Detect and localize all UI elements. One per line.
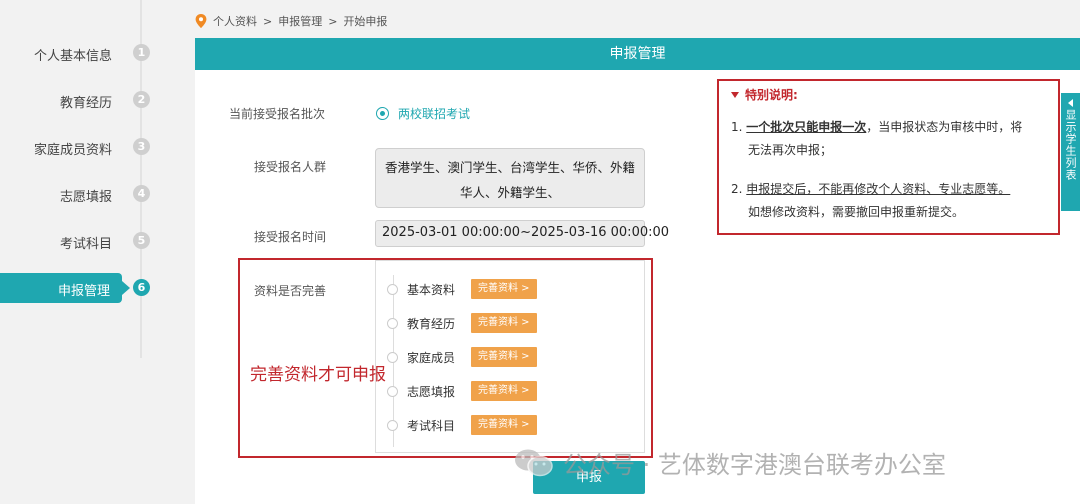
annotation-text: 完善资料才可申报 [250, 365, 386, 385]
panel-title: 申报管理 [195, 38, 1080, 70]
application-panel: 申报管理 当前接受报名批次 两校联招考试 接受报名人群 香港学生、澳门学生、台湾… [195, 38, 1080, 504]
notice-title-text: 特别说明: [745, 88, 798, 102]
sidebar-item-family[interactable]: 家庭成员资料 3 [0, 132, 170, 162]
notice-text: ，当申报状态为审核中时，将 [866, 120, 1023, 134]
batch-label: 当前接受报名批次 [229, 107, 326, 121]
item-number: 2. [731, 182, 743, 196]
sidebar-item-exam-subjects[interactable]: 考试科目 5 [0, 226, 170, 256]
sidebar-item-label: 家庭成员资料 [33, 143, 112, 158]
sidebar-item-label: 申报管理 [57, 284, 110, 299]
wechat-icon [513, 447, 555, 479]
watermark: 公众号 · 艺体数字港澳台联考办公室 [513, 445, 946, 480]
breadcrumb-separator: > [328, 14, 338, 28]
time-label: 接受报名时间 [254, 230, 327, 244]
step-number: 1 [133, 44, 150, 61]
step-number: 5 [133, 232, 150, 249]
notice-emphasis: 申报提交后，不能再修改个人资料、专业志愿等。 [746, 182, 1011, 196]
item-number: 1. [731, 120, 743, 134]
step-number: 3 [133, 138, 150, 155]
notice-title: 特别说明: [731, 86, 798, 103]
group-value: 香港学生、澳门学生、台湾学生、华侨、外籍华人、外籍学生、 [384, 160, 635, 200]
breadcrumb-item-application[interactable]: 申报管理 [278, 13, 322, 29]
sidebar-item-preferences[interactable]: 志愿填报 4 [0, 179, 170, 209]
notice-text: 无法再次申报； [748, 143, 833, 157]
radio-selected-icon[interactable] [376, 107, 389, 120]
step-number: 6 [133, 279, 150, 296]
sidebar-item-basic-info[interactable]: 个人基本信息 1 [0, 38, 170, 68]
show-student-list-tab[interactable]: 显示学生列表 [1061, 93, 1080, 211]
step-number: 2 [133, 91, 150, 108]
notice-item-1: 1. 一个批次只能申报一次，当申报状态为审核中时，将 无法再次申报； [731, 116, 1022, 162]
annotation-box [238, 258, 653, 458]
breadcrumb-item-profile[interactable]: 个人资料 [213, 13, 257, 29]
breadcrumb-separator: > [263, 14, 273, 28]
time-value: 2025-03-01 00:00:00~2025-03-16 00:00:00 [382, 225, 670, 240]
notice-item-2: 2. 申报提交后，不能再修改个人资料、专业志愿等。 如想修改资料，需要撤回申报重… [731, 178, 1010, 224]
arrow-left-icon [1068, 99, 1073, 107]
step-number: 4 [133, 185, 150, 202]
breadcrumb-item-start: 开始申报 [343, 15, 388, 28]
side-tab-label: 显示学生列表 [1064, 109, 1077, 181]
sidebar: 个人基本信息 1 教育经历 2 家庭成员资料 3 志愿填报 4 考试科目 5 申… [0, 0, 170, 504]
notice-emphasis: 一个批次只能申报一次 [746, 120, 867, 134]
sidebar-item-education[interactable]: 教育经历 2 [0, 85, 170, 115]
watermark-text: 公众号 · 艺体数字港澳台联考办公室 [563, 451, 946, 479]
breadcrumb: 个人资料 > 申报管理 > 开始申报 [195, 13, 387, 29]
batch-radio-option[interactable]: 两校联招考试 [376, 105, 470, 122]
location-pin-icon [195, 14, 207, 28]
notice-text: 如想修改资料，需要撤回申报重新提交。 [748, 205, 965, 219]
sidebar-item-label: 教育经历 [59, 96, 112, 111]
time-field: 2025-03-01 00:00:00~2025-03-16 00:00:00 [375, 220, 669, 247]
sidebar-item-label: 个人基本信息 [33, 49, 112, 64]
sidebar-item-label: 志愿填报 [59, 190, 112, 205]
caret-down-icon [731, 91, 739, 98]
batch-value: 两校联招考试 [398, 107, 471, 121]
sidebar-item-label: 考试科目 [59, 237, 112, 252]
group-label: 接受报名人群 [254, 160, 327, 174]
group-field: 香港学生、澳门学生、台湾学生、华侨、外籍华人、外籍学生、 [375, 148, 645, 208]
special-notice: 特别说明: 1. 一个批次只能申报一次，当申报状态为审核中时，将 无法再次申报；… [717, 79, 1060, 235]
sidebar-item-application[interactable]: 申报管理 6 [0, 273, 170, 303]
